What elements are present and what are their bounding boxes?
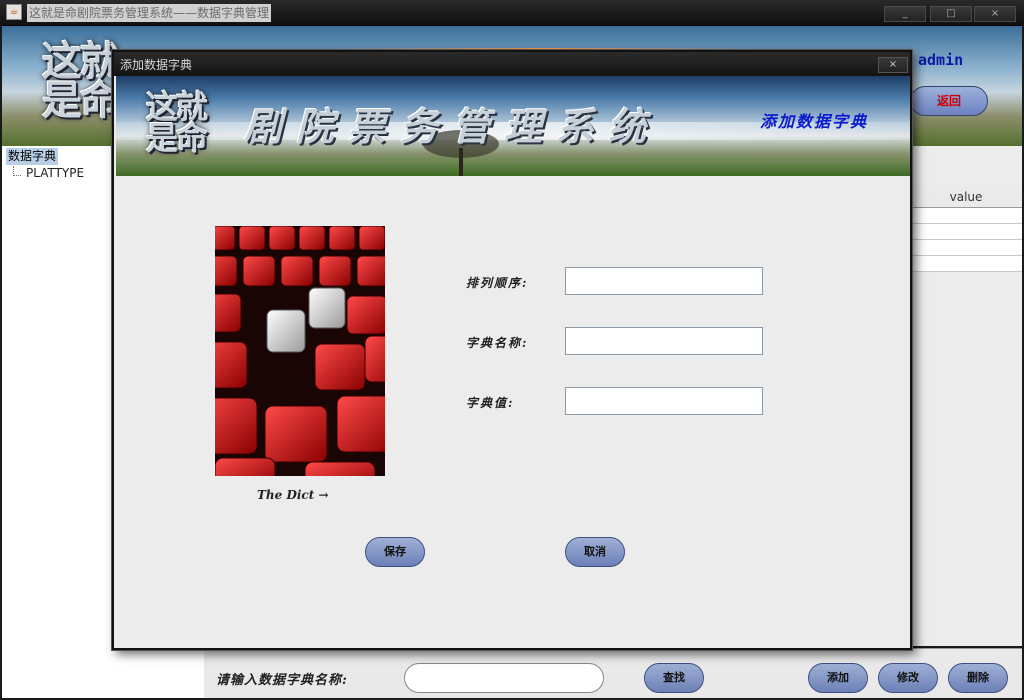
logo-line-1: 这就	[42, 38, 120, 85]
banner-subtitle: 添加数据字典	[760, 112, 869, 131]
dict-value-label: 字典值:	[466, 396, 515, 410]
dict-value-input[interactable]	[565, 387, 763, 415]
save-button[interactable]: 保存	[365, 537, 425, 567]
dialog-title: 添加数据字典	[120, 58, 193, 72]
window-titlebar: ☕ 这就是命剧院票务管理系统——数据字典管理 _ □ ×	[0, 0, 1024, 26]
dialog-logo-line-2: 是命	[146, 119, 208, 158]
main-logo: 这就 是命	[42, 38, 120, 125]
search-bar: 请输入数据字典名称: 查找 添加 修改 删除	[204, 648, 1022, 698]
table-row[interactable]	[910, 224, 1022, 240]
dialog-titlebar: 添加数据字典 ×	[114, 52, 910, 76]
maximize-button[interactable]: □	[930, 6, 972, 22]
logo-line-2: 是命	[42, 77, 120, 125]
dialog-logo: 这就 是命	[146, 91, 208, 158]
add-dictionary-dialog: 添加数据字典 × 这就 是命 剧院票务管理系统 添加数据字典 The Dict …	[112, 50, 912, 650]
dictionary-table: value	[910, 186, 1022, 272]
dialog-banner: 这就 是命 剧院票务管理系统 添加数据字典	[116, 76, 910, 176]
column-header-value[interactable]: value	[910, 186, 1022, 208]
tree-root-node[interactable]: 数据字典	[6, 148, 59, 165]
tree-connector	[13, 166, 21, 176]
search-label: 请输入数据字典名称:	[216, 673, 348, 688]
dict-name-label: 字典名称:	[466, 336, 529, 350]
sort-order-label: 排列顺序:	[466, 276, 529, 290]
minimize-button[interactable]: _	[884, 6, 926, 22]
window-title: 这就是命剧院票务管理系统——数据字典管理	[27, 4, 272, 22]
search-input[interactable]	[404, 663, 604, 693]
edit-button[interactable]: 修改	[878, 663, 938, 693]
close-button[interactable]: ×	[974, 6, 1016, 22]
dialog-close-button[interactable]: ×	[878, 57, 908, 73]
find-button[interactable]: 查找	[644, 663, 704, 693]
return-button[interactable]: 返回	[910, 86, 988, 116]
theatre-seats-icon	[215, 226, 385, 476]
java-cup-icon: ☕	[6, 4, 22, 20]
sort-order-input[interactable]	[565, 267, 763, 295]
banner-title: 剧院票务管理系统	[244, 104, 661, 149]
table-row[interactable]	[910, 240, 1022, 256]
delete-button[interactable]: 删除	[948, 663, 1008, 693]
table-row[interactable]	[910, 208, 1022, 224]
tree-node-plattype[interactable]: PLATTYPE	[26, 166, 84, 180]
current-user: admin	[918, 51, 964, 69]
poster-caption: The Dict →	[257, 488, 329, 502]
add-button[interactable]: 添加	[808, 663, 868, 693]
dict-name-input[interactable]	[565, 327, 763, 355]
cancel-button[interactable]: 取消	[565, 537, 625, 567]
theatre-seats-image	[215, 226, 385, 476]
table-row[interactable]	[910, 256, 1022, 272]
